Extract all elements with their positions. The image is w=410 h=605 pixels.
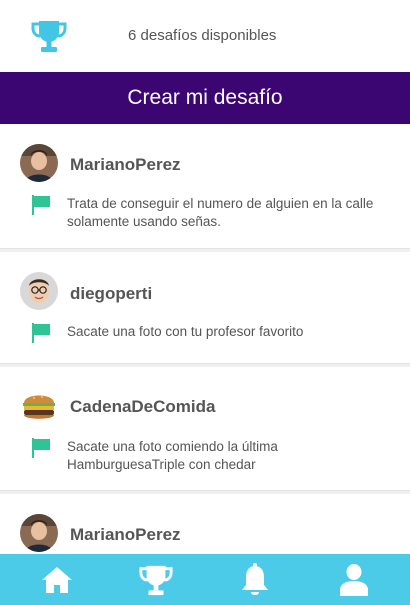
challenge-description: Sacate una foto con tu profesor favorito — [67, 324, 304, 339]
flag-icon — [32, 323, 50, 343]
bottom-navigation — [0, 554, 410, 605]
challenge-username[interactable]: diegoperti — [70, 284, 152, 304]
challenge-card[interactable]: diegoperti Sacate una foto con tu profes… — [0, 252, 410, 364]
trophy-icon — [31, 21, 67, 52]
challenge-username[interactable]: CadenaDeComida — [70, 397, 215, 417]
man-photo-avatar[interactable] — [20, 514, 58, 552]
flag-icon — [32, 438, 50, 458]
challenge-description: Sacate una foto comiendo la última Hambu… — [67, 439, 278, 472]
home-icon — [42, 566, 72, 593]
create-challenge-button[interactable]: Crear mi desafío — [0, 72, 410, 124]
challenge-card[interactable]: MarianoPerez Trata de conseguir el numer… — [0, 124, 410, 249]
user-icon — [340, 563, 368, 596]
challenge-card[interactable]: MarianoPerez — [0, 494, 410, 554]
nav-notifications-button[interactable] — [205, 554, 305, 605]
nav-home-button[interactable] — [7, 554, 107, 605]
nav-profile-button[interactable] — [304, 554, 404, 605]
flag-icon — [32, 195, 50, 215]
challenges-header: 6 desafíos disponibles — [0, 0, 410, 72]
man-with-glasses-avatar[interactable] — [20, 272, 58, 310]
trophy-icon — [139, 565, 173, 595]
burger-avatar[interactable] — [20, 387, 58, 425]
bell-icon — [242, 562, 268, 595]
challenge-description: Trata de conseguir el numero de alguien … — [67, 196, 374, 229]
challenge-card[interactable]: CadenaDeComida Sacate una foto comiendo … — [0, 367, 410, 491]
challenge-username[interactable]: MarianoPerez — [70, 525, 181, 545]
man-photo-avatar[interactable] — [20, 144, 58, 182]
available-challenges-count: 6 desafíos disponibles — [128, 27, 277, 44]
nav-challenges-button[interactable] — [106, 554, 206, 605]
challenge-feed[interactable]: MarianoPerez Trata de conseguir el numer… — [0, 124, 410, 554]
challenge-username[interactable]: MarianoPerez — [70, 155, 181, 175]
